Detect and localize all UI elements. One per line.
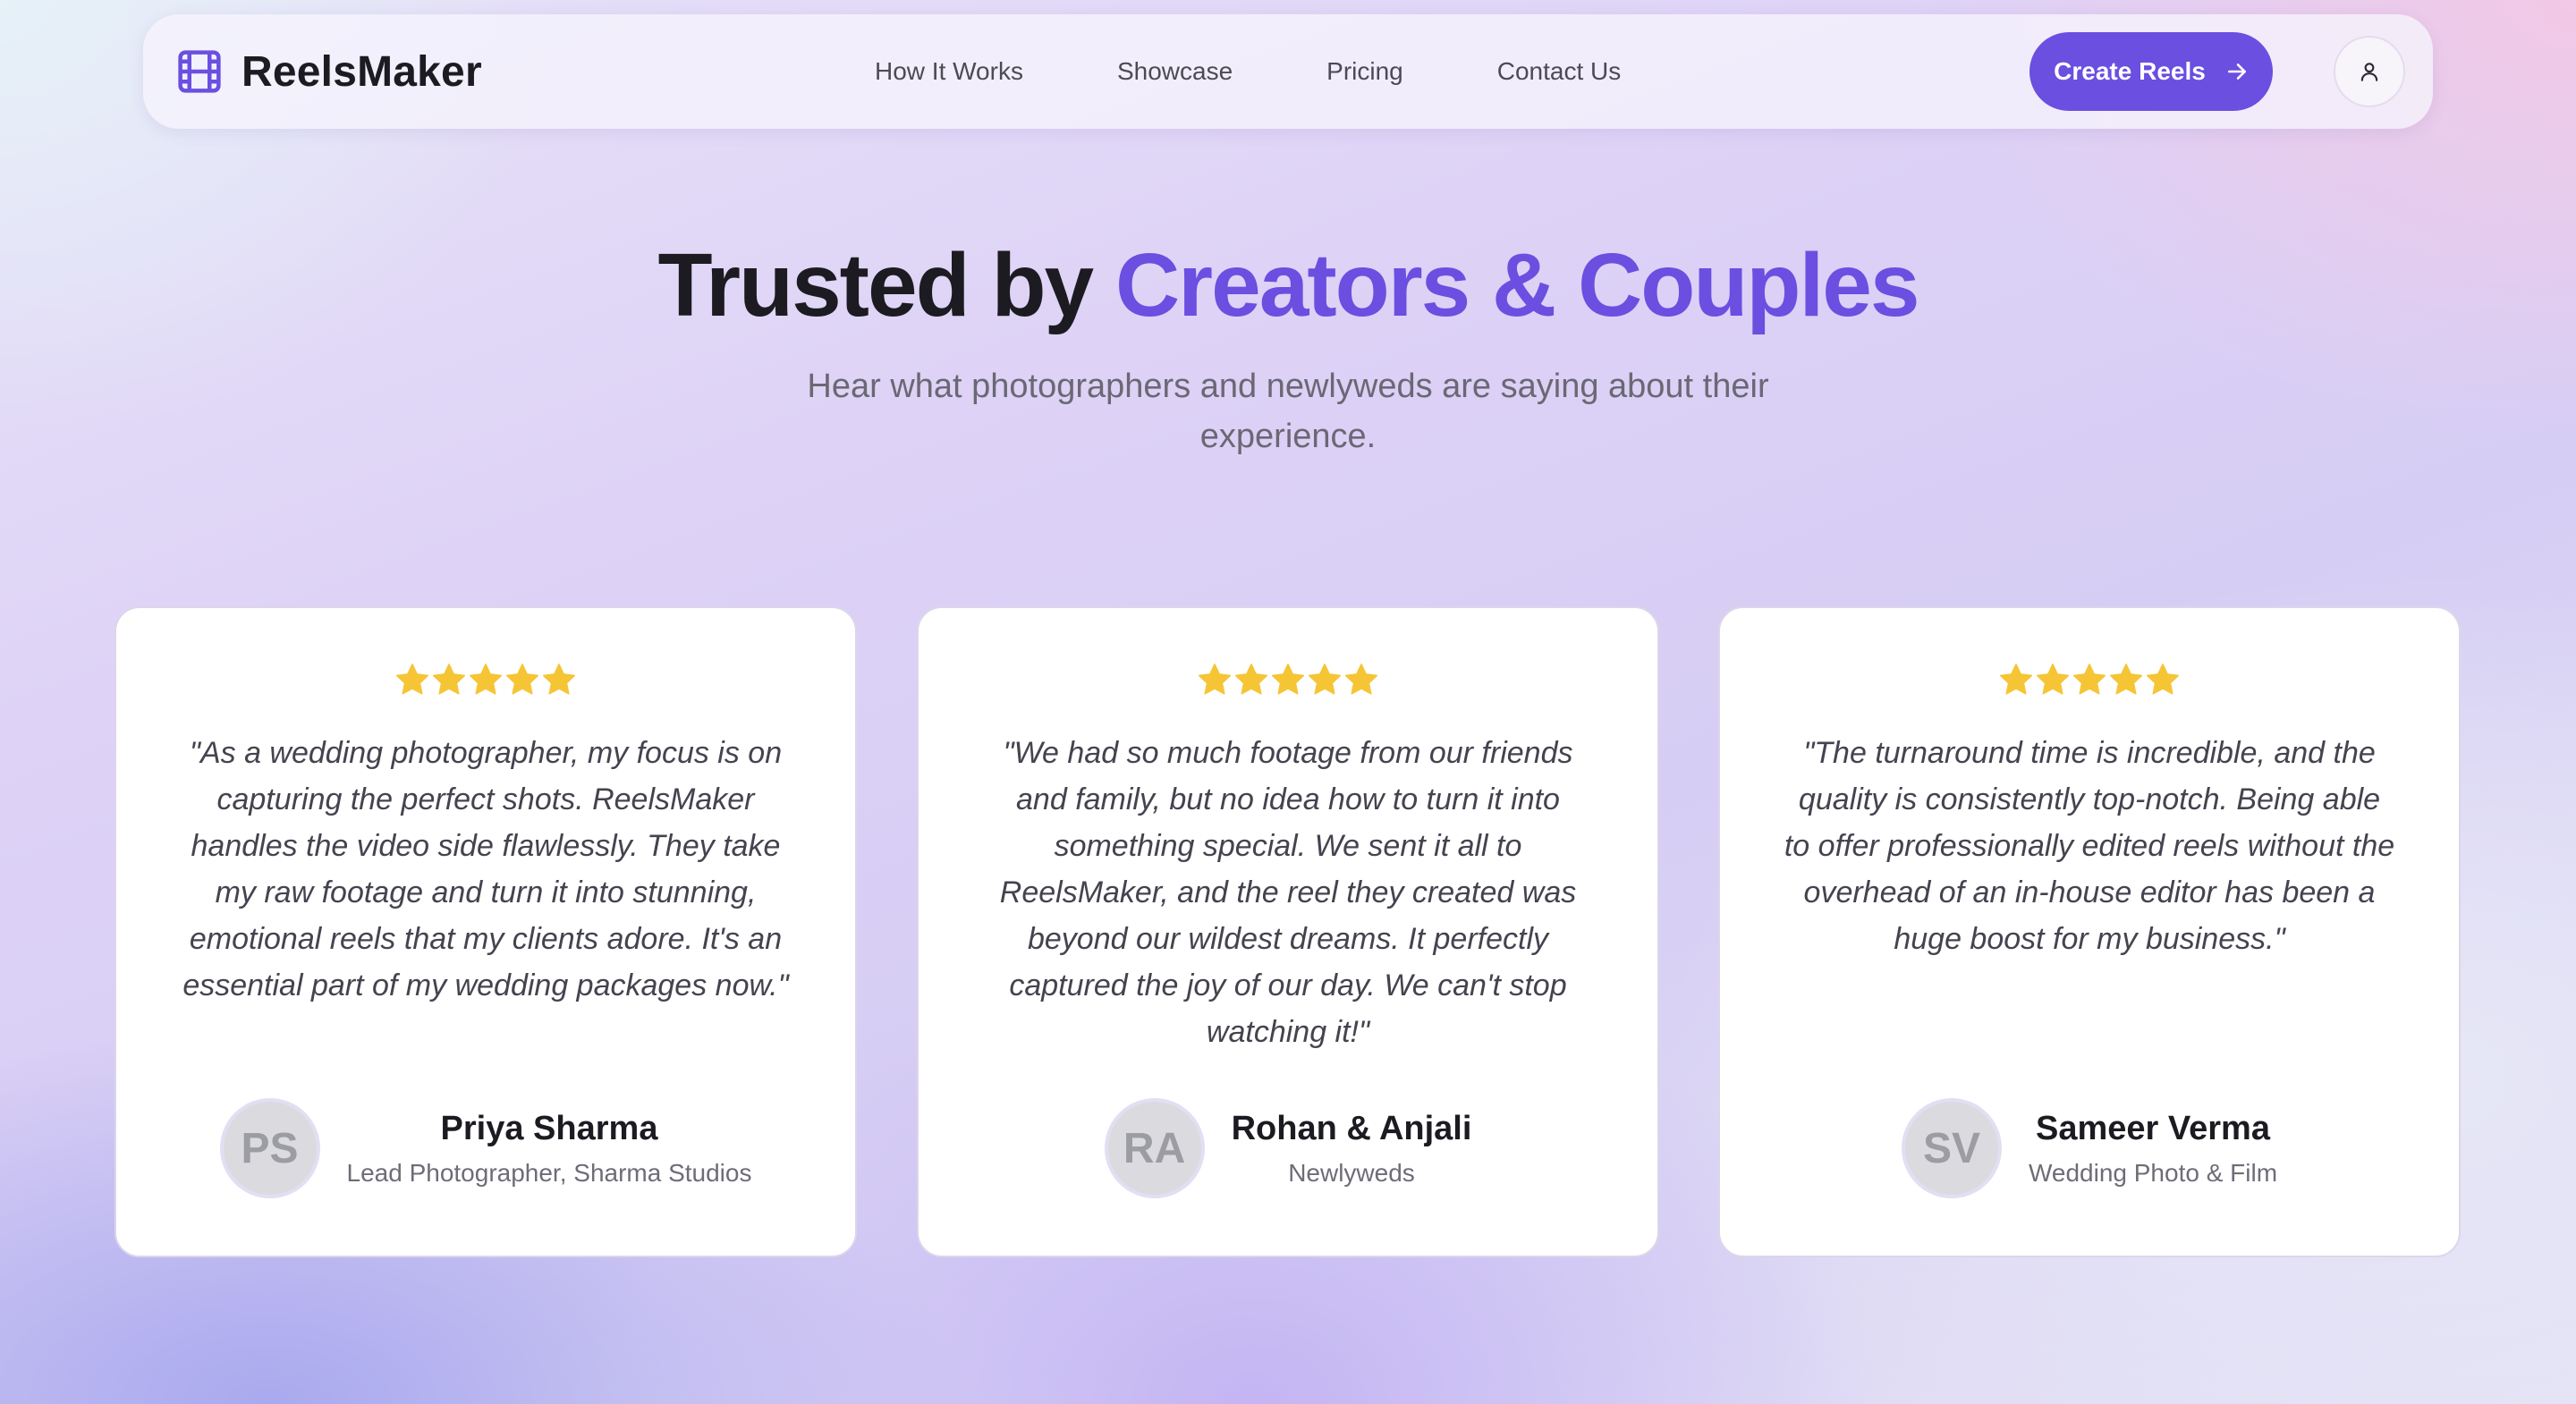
star-rating — [1720, 662, 2459, 698]
nav-link-pricing[interactable]: Pricing — [1326, 57, 1403, 86]
film-icon — [178, 50, 221, 93]
testimonial-card: "We had so much footage from our friends… — [917, 606, 1659, 1257]
testimonial-card: "The turnaround time is incredible, and … — [1718, 606, 2461, 1257]
star-icon — [1309, 664, 1341, 695]
page-subtitle: Hear what photographers and newlyweds ar… — [807, 368, 1769, 455]
avatar: SV — [1901, 1098, 2002, 1198]
star-icon — [543, 664, 575, 695]
nav-link-how-it-works[interactable]: How It Works — [875, 57, 1023, 86]
author-info: Sameer Verma Wedding Photo & Film — [2029, 1108, 2277, 1188]
author-role: Lead Photographer, Sharma Studios — [346, 1159, 752, 1187]
star-icon — [1272, 664, 1304, 695]
top-navbar: ReelsMaker How It Works Showcase Pricing… — [143, 14, 2433, 129]
author-role: Wedding Photo & Film — [2028, 1159, 2278, 1187]
testimonial-author: RA Rohan & Anjali Newlyweds — [919, 1098, 1657, 1198]
star-icon — [506, 664, 538, 695]
star-icon — [1199, 664, 1231, 695]
avatar: PS — [219, 1098, 320, 1198]
arrow-right-icon — [2227, 63, 2246, 80]
brand-name: ReelsMaker — [242, 47, 482, 96]
star-rating — [919, 662, 1657, 698]
star-icon — [1345, 664, 1377, 695]
testimonial-quote: "The turnaround time is incredible, and … — [1784, 736, 2395, 956]
testimonial-author: PS Priya Sharma Lead Photographer, Sharm… — [116, 1098, 855, 1198]
star-icon — [2000, 664, 2032, 695]
nav-link-showcase[interactable]: Showcase — [1117, 57, 1233, 86]
testimonial-author: SV Sameer Verma Wedding Photo & Film — [1720, 1098, 2459, 1198]
author-name: Sameer Verma — [2036, 1110, 2270, 1147]
star-icon — [2073, 664, 2106, 695]
star-icon — [2147, 664, 2179, 695]
star-rating — [116, 662, 855, 698]
star-icon — [2037, 664, 2069, 695]
testimonial-quote: "We had so much footage from our friends… — [999, 736, 1577, 1049]
user-icon — [2360, 63, 2378, 81]
nav-link-contact-us[interactable]: Contact Us — [1497, 57, 1622, 86]
star-icon — [2110, 664, 2142, 695]
create-reels-label: Create Reels — [2054, 57, 2206, 85]
page-title: Trusted by Creators & Couples — [0, 234, 2576, 337]
author-role: Newlyweds — [1288, 1159, 1415, 1187]
testimonial-quote: "As a wedding photographer, my focus is … — [182, 736, 789, 1002]
author-info: Rohan & Anjali Newlyweds — [1232, 1108, 1472, 1188]
brand-logo[interactable]: ReelsMaker — [175, 14, 482, 129]
page-title-accent: Creators & Couples — [1114, 235, 1920, 335]
author-name: Rohan & Anjali — [1231, 1110, 1472, 1147]
author-name: Priya Sharma — [440, 1110, 658, 1147]
page-title-plain: Trusted by — [657, 235, 1115, 335]
star-icon — [1235, 664, 1267, 695]
author-info: Priya Sharma Lead Photographer, Sharma S… — [347, 1108, 752, 1188]
avatar: RA — [1104, 1098, 1205, 1198]
star-icon — [470, 664, 502, 695]
star-icon — [433, 664, 465, 695]
user-account-button[interactable] — [2334, 36, 2405, 107]
main-nav: How It Works Showcase Pricing Contact Us — [875, 14, 1621, 129]
star-icon — [396, 664, 428, 695]
testimonial-card: "As a wedding photographer, my focus is … — [114, 606, 857, 1257]
create-reels-button[interactable]: Create Reels — [2029, 32, 2273, 111]
